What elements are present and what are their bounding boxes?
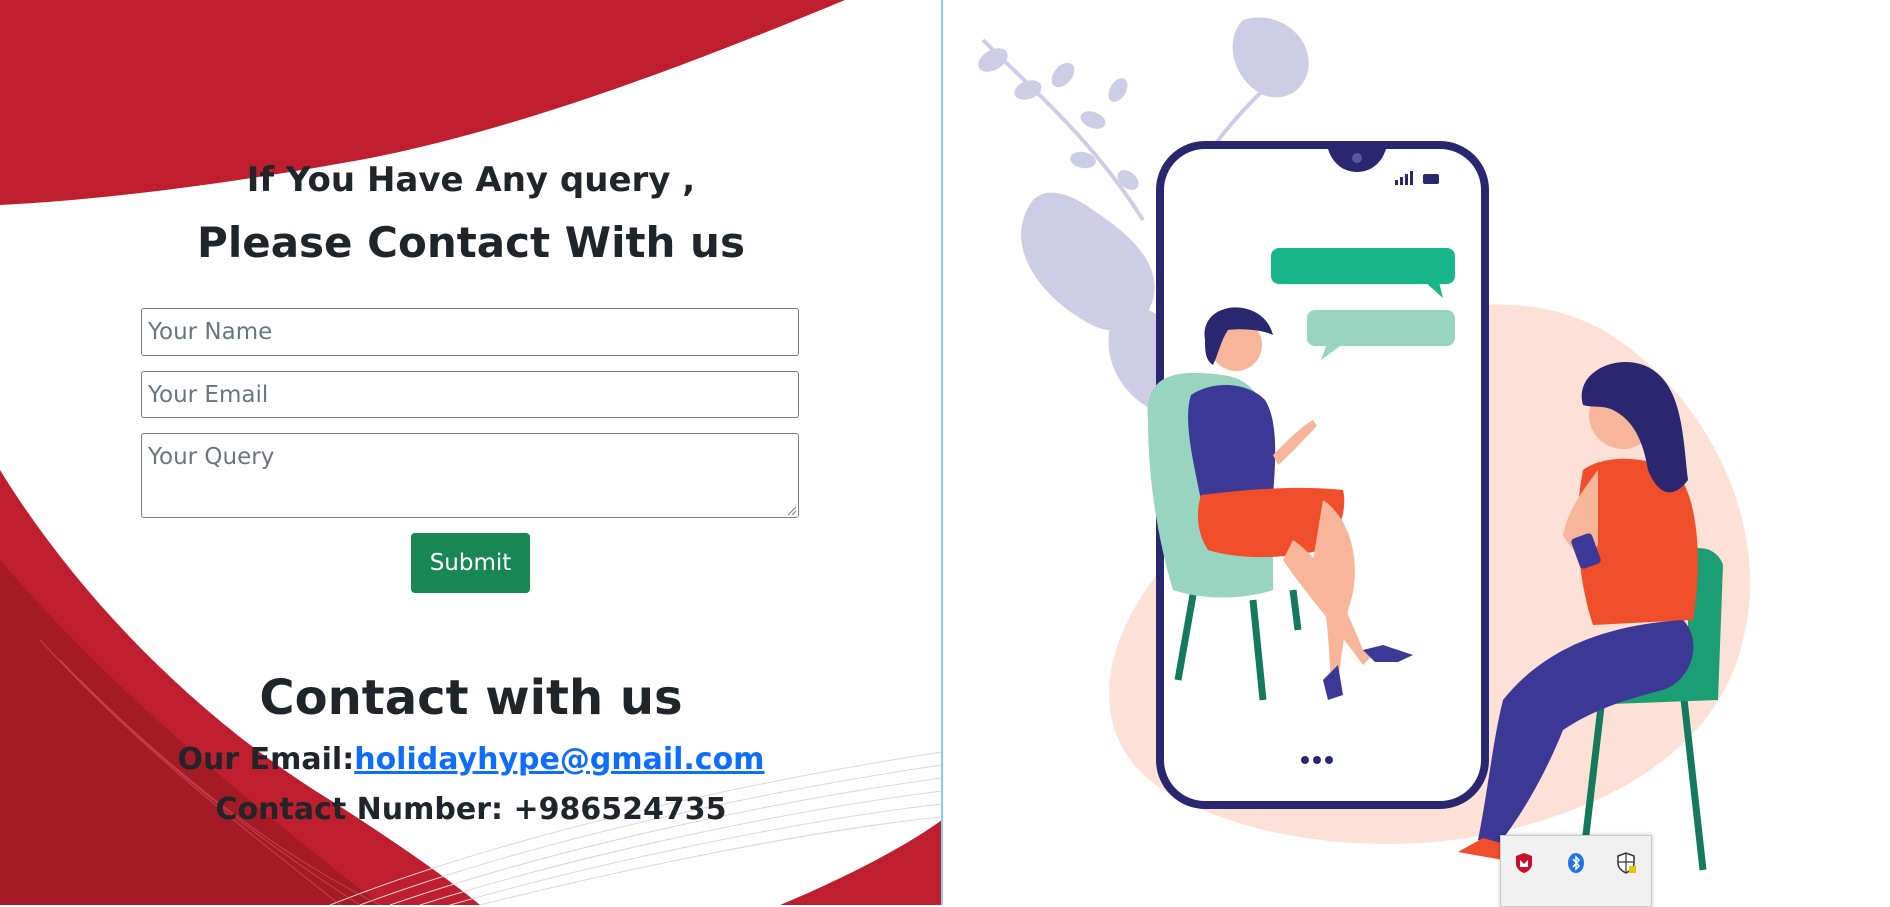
email-link[interactable]: holidayhype@gmail.com <box>354 742 764 777</box>
bluetooth-icon[interactable] <box>1563 850 1589 876</box>
contact-title: Contact with us <box>259 670 683 726</box>
security-shield-icon[interactable] <box>1613 850 1639 876</box>
contact-form-panel: If You Have Any query , Please Contact W… <box>0 0 942 905</box>
contact-email-line: Our Email:holidayhype@gmail.com <box>0 742 942 777</box>
mcafee-icon[interactable] <box>1511 850 1537 876</box>
system-tray-popup <box>1500 835 1652 907</box>
chat-illustration-icon <box>978 17 1751 871</box>
phone-label: Contact Number: <box>215 792 514 827</box>
query-textarea[interactable] <box>141 433 799 518</box>
name-input[interactable] <box>141 308 799 356</box>
resize-grip-icon[interactable] <box>787 506 797 516</box>
illustration-panel <box>943 0 1890 905</box>
email-label: Our Email: <box>177 742 355 777</box>
submit-button[interactable]: Submit <box>411 533 530 593</box>
phone-value: +986524735 <box>513 792 727 827</box>
form-heading-line2: Please Contact With us <box>197 218 745 267</box>
form-heading-line1: If You Have Any query , <box>246 160 696 200</box>
contact-phone-line: Contact Number: +986524735 <box>0 792 942 827</box>
email-input[interactable] <box>141 371 799 418</box>
